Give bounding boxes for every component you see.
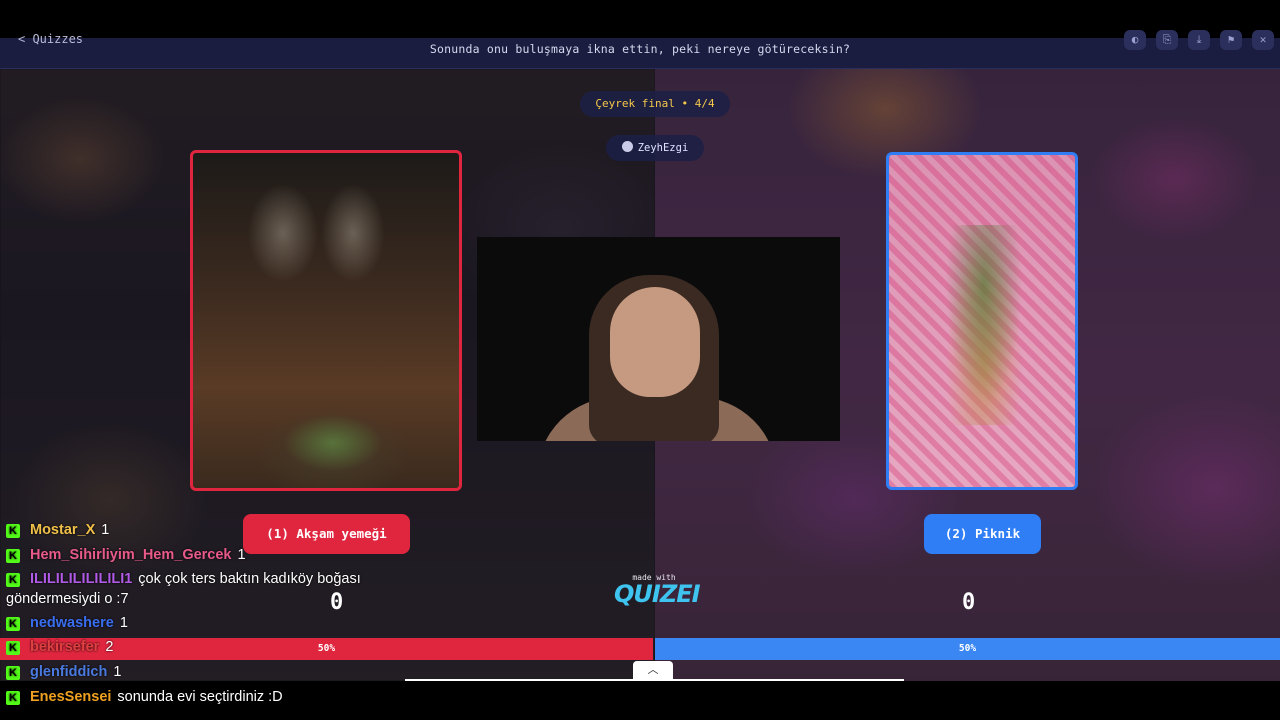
chat-message: K ILILILILILILILI1 çok çok ters baktın kad… bbox=[6, 571, 361, 587]
vote-bar-right: 50% bbox=[655, 638, 1280, 660]
choice-image-picnic[interactable] bbox=[886, 152, 1078, 490]
kick-badge-icon: K bbox=[6, 549, 20, 563]
made-with-branding[interactable]: made with QUIZEI bbox=[614, 573, 701, 608]
quizei-logo: QUIZEI bbox=[614, 580, 701, 608]
score-right: 0 bbox=[962, 590, 976, 615]
chat-username[interactable]: Mostar_X bbox=[30, 522, 95, 538]
header-actions: ◐ ⎘ ⤓ ⚑ ✕ bbox=[1124, 30, 1274, 50]
choice-image-dinner[interactable] bbox=[190, 150, 462, 491]
chat-text: göndermesiydi o :7 bbox=[6, 591, 129, 607]
kick-badge-icon: K bbox=[6, 691, 20, 705]
chat-message-continuation: göndermesiydi o :7 bbox=[6, 591, 129, 607]
theme-icon[interactable]: ◐ bbox=[1124, 30, 1146, 50]
choice-button-picnic[interactable]: (2) Piknik bbox=[924, 514, 1041, 554]
chat-username[interactable]: ILILILILILILILI1 bbox=[30, 571, 132, 587]
chat-text: 1 bbox=[101, 522, 110, 538]
chat-message: Kbekirsefer 2 bbox=[6, 639, 113, 655]
top-black-bar bbox=[0, 0, 1280, 38]
kick-badge-icon: K bbox=[6, 617, 20, 631]
choice-button-dinner[interactable]: (1) Akşam yemeği bbox=[243, 514, 410, 554]
quiz-header: < Quizzes Sonunda onu buluşmaya ikna ett… bbox=[0, 30, 1280, 69]
chat-text: 1 bbox=[237, 547, 246, 563]
chat-message: K Mostar_X 1 bbox=[6, 522, 109, 538]
creator-badge[interactable]: ZeyhEzgi bbox=[606, 135, 704, 161]
chevron-up-icon[interactable]: ︿ bbox=[633, 661, 673, 679]
creator-name: ZeyhEzgi bbox=[637, 142, 689, 154]
score-left: 0 bbox=[330, 590, 344, 615]
chat-text: 2 bbox=[105, 639, 114, 655]
chat-username[interactable]: bekirsefer bbox=[30, 639, 99, 655]
kick-badge-icon: K bbox=[6, 524, 20, 538]
close-icon[interactable]: ✕ bbox=[1252, 30, 1274, 50]
question-title: Sonunda onu buluşmaya ikna ettin, peki n… bbox=[429, 42, 851, 56]
quiz-stage: Çeyrek final • 4/4 ZeyhEzgi (1) Akşam ye… bbox=[0, 69, 1280, 681]
webcam-overlay bbox=[477, 237, 840, 441]
kick-badge-icon: K bbox=[6, 666, 20, 680]
chat-username[interactable]: nedwashere bbox=[30, 615, 114, 631]
chat-username[interactable]: EnesSensei bbox=[30, 689, 111, 705]
chat-username[interactable]: Hem_Sihirliyim_Hem_Gercek bbox=[30, 547, 232, 563]
chat-text: çok çok ters baktın kadıköy boğası bbox=[138, 571, 361, 587]
chat-message: K Hem_Sihirliyim_Hem_Gercek 1 bbox=[6, 547, 246, 563]
chat-message: K EnesSensei sonunda evi seçtirdiniz :D bbox=[6, 689, 283, 705]
chat-text: sonunda evi seçtirdiniz :D bbox=[117, 689, 283, 705]
streamer-face bbox=[610, 287, 700, 397]
bottom-divider bbox=[405, 679, 904, 681]
chat-message: Kglenfiddich 1 bbox=[6, 664, 121, 680]
user-icon bbox=[621, 141, 633, 152]
chat-username[interactable]: glenfiddich bbox=[30, 664, 107, 680]
download-icon[interactable]: ⤓ bbox=[1188, 30, 1210, 50]
round-badge: Çeyrek final • 4/4 bbox=[580, 91, 730, 117]
kick-badge-icon: K bbox=[6, 641, 20, 655]
chat-text: 1 bbox=[119, 615, 128, 631]
chat-message: Knedwashere 1 bbox=[6, 615, 128, 631]
copy-icon[interactable]: ⎘ bbox=[1156, 30, 1178, 50]
kick-badge-icon: K bbox=[6, 573, 20, 587]
flag-icon[interactable]: ⚑ bbox=[1220, 30, 1242, 50]
chat-text: 1 bbox=[113, 664, 122, 680]
